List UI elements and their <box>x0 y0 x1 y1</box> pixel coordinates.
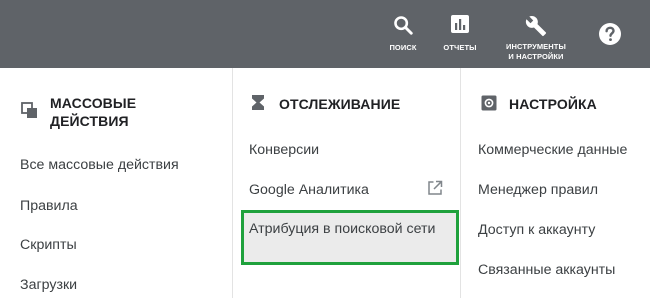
search-button[interactable]: ПОИСК <box>380 0 426 68</box>
settings-title: НАСТРОЙКА <box>509 96 597 112</box>
menu-item-conversions[interactable]: Конверсии <box>249 140 319 160</box>
bulk-actions-title: МАССОВЫЕ ДЕЙСТВИЯ <box>50 95 137 129</box>
menu-item-rules[interactable]: Правила <box>20 196 78 216</box>
menu-item-rule-manager[interactable]: Менеджер правил <box>478 180 598 200</box>
wrench-icon <box>525 16 547 37</box>
reports-button[interactable]: ОТЧЕТЫ <box>435 0 485 68</box>
menu-item-google-analytics[interactable]: Google Аналитика <box>249 180 369 200</box>
search-icon <box>394 16 413 35</box>
hourglass-icon <box>252 95 264 110</box>
menu-item-account-access[interactable]: Доступ к аккаунту <box>478 220 595 240</box>
reports-label: ОТЧЕТЫ <box>443 43 477 52</box>
copy-stack-icon <box>21 102 37 118</box>
help-icon <box>599 23 621 45</box>
tracking-column: ОТСЛЕЖИВАНИЕ Конверсии Google Аналитика … <box>232 68 461 298</box>
bar-chart-icon <box>451 15 469 33</box>
gear-icon <box>481 95 497 111</box>
help-button[interactable] <box>592 0 628 68</box>
menu-item-all-bulk-actions[interactable]: Все массовые действия <box>20 155 179 175</box>
external-link-icon[interactable] <box>427 180 443 196</box>
bulk-actions-column: МАССОВЫЕ ДЕЙСТВИЯ Все массовые действия … <box>0 68 232 298</box>
menu-item-search-attribution[interactable]: Атрибуция в поисковой сети <box>249 219 441 239</box>
menu-item-linked-accounts[interactable]: Связанные аккаунты <box>478 260 615 280</box>
settings-column: НАСТРОЙКА Коммерческие данные Менеджер п… <box>460 68 650 298</box>
search-label: ПОИСК <box>389 43 417 52</box>
top-toolbar: ПОИСК ОТЧЕТЫ ИНСТРУМЕНТЫ И НАСТРОЙКИ <box>0 0 650 68</box>
menu-item-uploads[interactable]: Загрузки <box>20 275 77 295</box>
menu-item-scripts[interactable]: Скрипты <box>20 235 77 255</box>
menu-item-business-data[interactable]: Коммерческие данные <box>478 140 627 160</box>
tools-label: ИНСТРУМЕНТЫ И НАСТРОЙКИ <box>506 42 566 61</box>
tools-settings-button[interactable]: ИНСТРУМЕНТЫ И НАСТРОЙКИ <box>496 0 576 68</box>
tracking-title: ОТСЛЕЖИВАНИЕ <box>279 96 401 112</box>
